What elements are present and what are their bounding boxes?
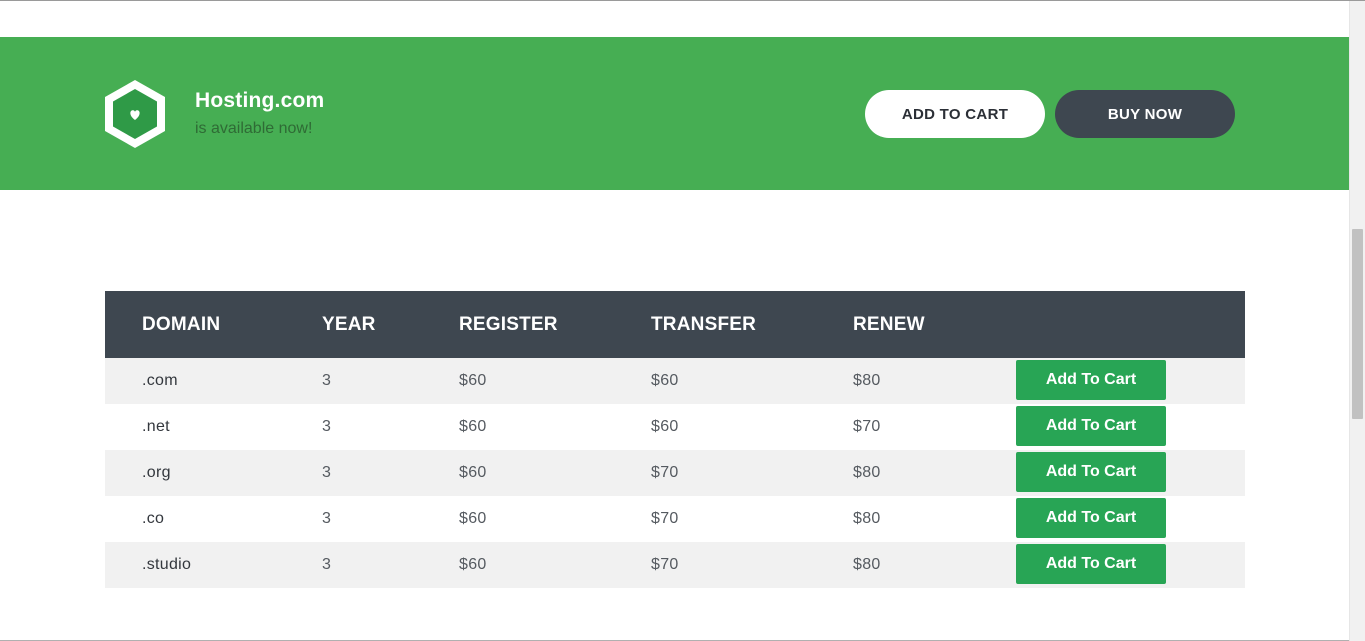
row-add-to-cart-button[interactable]: Add To Cart <box>1016 359 1166 400</box>
transfer-price-cell: $60 <box>651 404 853 450</box>
banner-subtitle: is available now! <box>195 120 313 137</box>
renew-price-cell: $80 <box>853 496 1016 542</box>
table-row: .com 3 $60 $60 $80 Add To Cart <box>105 358 1245 404</box>
transfer-price-cell: $60 <box>651 358 853 404</box>
table-row: .co 3 $60 $70 $80 Add To Cart <box>105 496 1245 542</box>
table-row: .net 3 $60 $60 $70 Add To Cart <box>105 404 1245 450</box>
scrollbar-thumb[interactable] <box>1352 229 1363 419</box>
table-row: .studio 3 $60 $70 $80 Add To Cart <box>105 542 1245 588</box>
action-cell: Add To Cart <box>1016 404 1245 450</box>
table-row: .org 3 $60 $70 $80 Add To Cart <box>105 450 1245 496</box>
year-cell: 3 <box>322 496 459 542</box>
transfer-price-cell: $70 <box>651 496 853 542</box>
vertical-scrollbar[interactable] <box>1349 1 1365 641</box>
register-price-cell: $60 <box>459 496 651 542</box>
renew-price-cell: $70 <box>853 404 1016 450</box>
year-cell: 3 <box>322 404 459 450</box>
header-renew: RENEW <box>853 291 1016 358</box>
header-register: REGISTER <box>459 291 651 358</box>
table-header-row: DOMAIN YEAR REGISTER TRANSFER RENEW <box>105 291 1245 358</box>
register-price-cell: $60 <box>459 358 651 404</box>
domain-available-banner: Hosting.com is available now! ADD TO CAR… <box>0 37 1349 190</box>
action-cell: Add To Cart <box>1016 450 1245 496</box>
hexagon-heart-icon <box>105 80 165 148</box>
transfer-price-cell: $70 <box>651 542 853 588</box>
domain-cell: .org <box>105 450 322 496</box>
renew-price-cell: $80 <box>853 358 1016 404</box>
register-price-cell: $60 <box>459 404 651 450</box>
header-year: YEAR <box>322 291 459 358</box>
domain-pricing-table: DOMAIN YEAR REGISTER TRANSFER RENEW .com… <box>105 291 1245 588</box>
banner-title: Hosting.com <box>195 89 325 112</box>
row-add-to-cart-button[interactable]: Add To Cart <box>1016 451 1166 492</box>
domain-cell: .studio <box>105 542 322 588</box>
action-cell: Add To Cart <box>1016 542 1245 588</box>
renew-price-cell: $80 <box>853 450 1016 496</box>
buy-now-button[interactable]: BUY NOW <box>1055 90 1235 138</box>
year-cell: 3 <box>322 542 459 588</box>
add-to-cart-button[interactable]: ADD TO CART <box>865 90 1045 138</box>
renew-price-cell: $80 <box>853 542 1016 588</box>
action-cell: Add To Cart <box>1016 358 1245 404</box>
header-transfer: TRANSFER <box>651 291 853 358</box>
domain-cell: .com <box>105 358 322 404</box>
header-action <box>1016 291 1245 358</box>
domain-cell: .net <box>105 404 322 450</box>
year-cell: 3 <box>322 450 459 496</box>
domain-cell: .co <box>105 496 322 542</box>
register-price-cell: $60 <box>459 450 651 496</box>
row-add-to-cart-button[interactable]: Add To Cart <box>1016 543 1166 584</box>
header-domain: DOMAIN <box>105 291 322 358</box>
transfer-price-cell: $70 <box>651 450 853 496</box>
page: Hosting.com is available now! ADD TO CAR… <box>0 0 1365 641</box>
action-cell: Add To Cart <box>1016 496 1245 542</box>
row-add-to-cart-button[interactable]: Add To Cart <box>1016 405 1166 446</box>
row-add-to-cart-button[interactable]: Add To Cart <box>1016 497 1166 538</box>
year-cell: 3 <box>322 358 459 404</box>
register-price-cell: $60 <box>459 542 651 588</box>
